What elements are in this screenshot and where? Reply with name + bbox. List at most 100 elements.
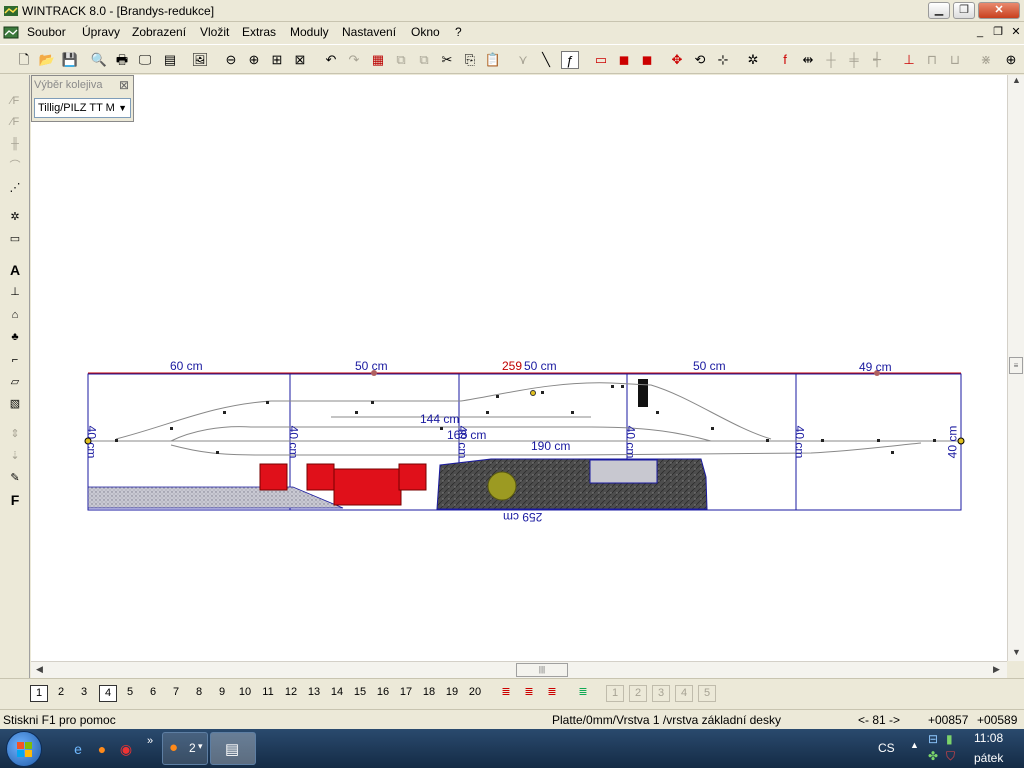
track-tool-icon[interactable]: ╫ bbox=[5, 135, 25, 153]
scroll-up-icon[interactable]: ▲ bbox=[1012, 75, 1021, 85]
layer-button-3[interactable]: 3 bbox=[75, 685, 93, 702]
redo-icon[interactable]: ↷ bbox=[345, 51, 363, 69]
snap-icon[interactable]: ⊕ bbox=[1002, 51, 1020, 69]
layer-delete-icon[interactable]: ≣ bbox=[543, 685, 561, 702]
bridge-icon[interactable]: ⊓ bbox=[923, 51, 941, 69]
zoom-window-icon[interactable]: ⊞ bbox=[268, 51, 286, 69]
pen-tool-icon[interactable]: ✎ bbox=[5, 469, 25, 487]
start-button[interactable] bbox=[6, 731, 42, 767]
sublayer-button-4[interactable]: 4 bbox=[675, 685, 693, 702]
layer-button-18[interactable]: 18 bbox=[420, 685, 438, 702]
vertical-scrollbar[interactable]: ▲ ≡ ▼ bbox=[1007, 75, 1024, 661]
copy-page-icon[interactable]: ⧉ bbox=[392, 51, 410, 69]
menu-upravy[interactable]: Úpravy bbox=[82, 25, 120, 39]
layer-button-20[interactable]: 20 bbox=[466, 685, 484, 702]
layer-button-17[interactable]: 17 bbox=[397, 685, 415, 702]
menu-help[interactable]: ? bbox=[455, 25, 462, 39]
scroll-down-icon[interactable]: ▼ bbox=[1012, 647, 1021, 657]
layer-button-4[interactable]: 4 bbox=[99, 685, 117, 702]
number-tool-icon[interactable]: ⊥ bbox=[5, 283, 25, 301]
copy-icon[interactable]: ⎘ bbox=[461, 51, 479, 69]
layer-button-15[interactable]: 15 bbox=[351, 685, 369, 702]
network-icon[interactable]: ⊟ bbox=[928, 732, 938, 746]
layer-button-8[interactable]: 8 bbox=[190, 685, 208, 702]
new-file-icon[interactable]: 🗋 bbox=[15, 51, 33, 69]
clock-time[interactable]: 11:08 bbox=[974, 731, 1003, 745]
mdi-minimize-button[interactable]: _ bbox=[972, 25, 988, 40]
layer-button-7[interactable]: 7 bbox=[167, 685, 185, 702]
drawing-canvas[interactable]: 60 cm 50 cm 259 50 cm 50 cm 49 cm 144 cm… bbox=[31, 75, 1007, 661]
chevron-down-icon[interactable]: ▼ bbox=[118, 99, 127, 117]
menu-soubor[interactable]: Soubor bbox=[27, 25, 66, 39]
curve-tool-icon[interactable]: ⌒ bbox=[5, 157, 25, 175]
align-icon[interactable]: ⊹ bbox=[714, 51, 732, 69]
maximize-button[interactable]: ❐ bbox=[953, 2, 975, 19]
house-tool-icon[interactable]: ⌂ bbox=[5, 306, 25, 324]
internet-explorer-icon[interactable]: e bbox=[68, 739, 88, 759]
grid-icon[interactable]: ⋇ bbox=[977, 51, 995, 69]
image-icon[interactable]: 🖼 bbox=[191, 51, 209, 69]
new-track-icon[interactable]: ✲ bbox=[744, 51, 762, 69]
horizontal-scroll-thumb[interactable]: ||| bbox=[516, 663, 568, 677]
layer-button-19[interactable]: 19 bbox=[443, 685, 461, 702]
menu-moduly[interactable]: Moduly bbox=[290, 25, 329, 39]
grade-tool-icon[interactable]: ⇣ bbox=[5, 447, 25, 465]
frame-tool-icon[interactable]: F bbox=[5, 491, 25, 509]
box-tool-icon[interactable]: ▭ bbox=[5, 230, 25, 248]
security-shield-icon[interactable]: ⛉ bbox=[946, 749, 955, 764]
track-split-icon[interactable]: ⋎ bbox=[514, 51, 532, 69]
flex-track-icon[interactable]: ƒ bbox=[561, 51, 579, 69]
rotate-icon[interactable]: ⟲ bbox=[691, 51, 709, 69]
list-icon[interactable]: ▦ bbox=[369, 51, 387, 69]
taskbar-firefox-group[interactable]: ● 2 ▾ bbox=[162, 732, 208, 765]
join-icon[interactable]: ┽ bbox=[868, 51, 886, 69]
layer-button-9[interactable]: 9 bbox=[213, 685, 231, 702]
menu-okno[interactable]: Okno bbox=[411, 25, 440, 39]
layer-button-16[interactable]: 16 bbox=[374, 685, 392, 702]
text-tool-icon[interactable]: A bbox=[5, 261, 25, 279]
cut-icon[interactable]: ✂ bbox=[438, 51, 456, 69]
menu-nastaveni[interactable]: Nastavení bbox=[342, 25, 396, 39]
firefox-icon[interactable]: ● bbox=[92, 739, 112, 759]
page-icon[interactable]: ▤ bbox=[161, 51, 179, 69]
scroll-right-icon[interactable]: ▶ bbox=[993, 664, 1000, 675]
sublayer-button-1[interactable]: 1 bbox=[606, 685, 624, 702]
paste-icon[interactable]: 📋 bbox=[484, 51, 502, 69]
layer-button-5[interactable]: 5 bbox=[121, 685, 139, 702]
layer-button-2[interactable]: 2 bbox=[52, 685, 70, 702]
layer-button-13[interactable]: 13 bbox=[305, 685, 323, 702]
paste-page-icon[interactable]: ⧉ bbox=[415, 51, 433, 69]
vertical-scroll-thumb[interactable]: ≡ bbox=[1009, 357, 1023, 374]
minimize-button[interactable]: ▁ bbox=[928, 2, 950, 19]
layer-button-11[interactable]: 11 bbox=[259, 685, 277, 702]
layers-stack-icon[interactable]: ≣ bbox=[497, 685, 515, 702]
mdi-close-button[interactable]: ✕ bbox=[1008, 25, 1024, 40]
track-curve-icon[interactable]: ╲ bbox=[537, 51, 555, 69]
height-tool-icon[interactable]: ⇕ bbox=[5, 425, 25, 443]
mdi-restore-button[interactable]: ❐ bbox=[990, 25, 1006, 40]
opera-icon[interactable]: ◉ bbox=[116, 739, 136, 759]
function-icon[interactable]: f bbox=[776, 51, 794, 69]
open-folder-icon[interactable]: 📂 bbox=[38, 51, 56, 69]
line-tool-icon[interactable]: ✲ bbox=[5, 208, 25, 226]
move-icon[interactable]: ✥ bbox=[668, 51, 686, 69]
layer-button-10[interactable]: 10 bbox=[236, 685, 254, 702]
sublayer-button-2[interactable]: 2 bbox=[629, 685, 647, 702]
layer-button-14[interactable]: 14 bbox=[328, 685, 346, 702]
menu-zobrazeni[interactable]: Zobrazení bbox=[132, 25, 186, 39]
more-chevron-icon[interactable]: » bbox=[140, 731, 160, 751]
taskbar-wintrack[interactable]: ▤ bbox=[210, 732, 256, 765]
tree-tool-icon[interactable]: ♣ bbox=[5, 328, 25, 346]
sublayer-button-3[interactable]: 3 bbox=[652, 685, 670, 702]
layer-manage-icon[interactable]: ≣ bbox=[574, 685, 592, 702]
scroll-left-icon[interactable]: ◀ bbox=[36, 664, 43, 675]
flex-track-tool-2-icon[interactable]: ⁄F bbox=[5, 113, 25, 131]
terrain-tool-icon[interactable]: ▱ bbox=[5, 373, 25, 391]
horizontal-scrollbar[interactable]: ◀ ||| ▶ bbox=[31, 661, 1007, 678]
object-back-icon[interactable]: ◼ bbox=[638, 51, 656, 69]
signal-icon[interactable]: ▮ bbox=[946, 732, 953, 746]
layer-view-icon[interactable]: ▭ bbox=[592, 51, 610, 69]
zoom-in-icon[interactable]: ⊕ bbox=[245, 51, 263, 69]
layer-edit-icon[interactable]: ≣ bbox=[520, 685, 538, 702]
layer-button-1[interactable]: 1 bbox=[30, 685, 48, 702]
